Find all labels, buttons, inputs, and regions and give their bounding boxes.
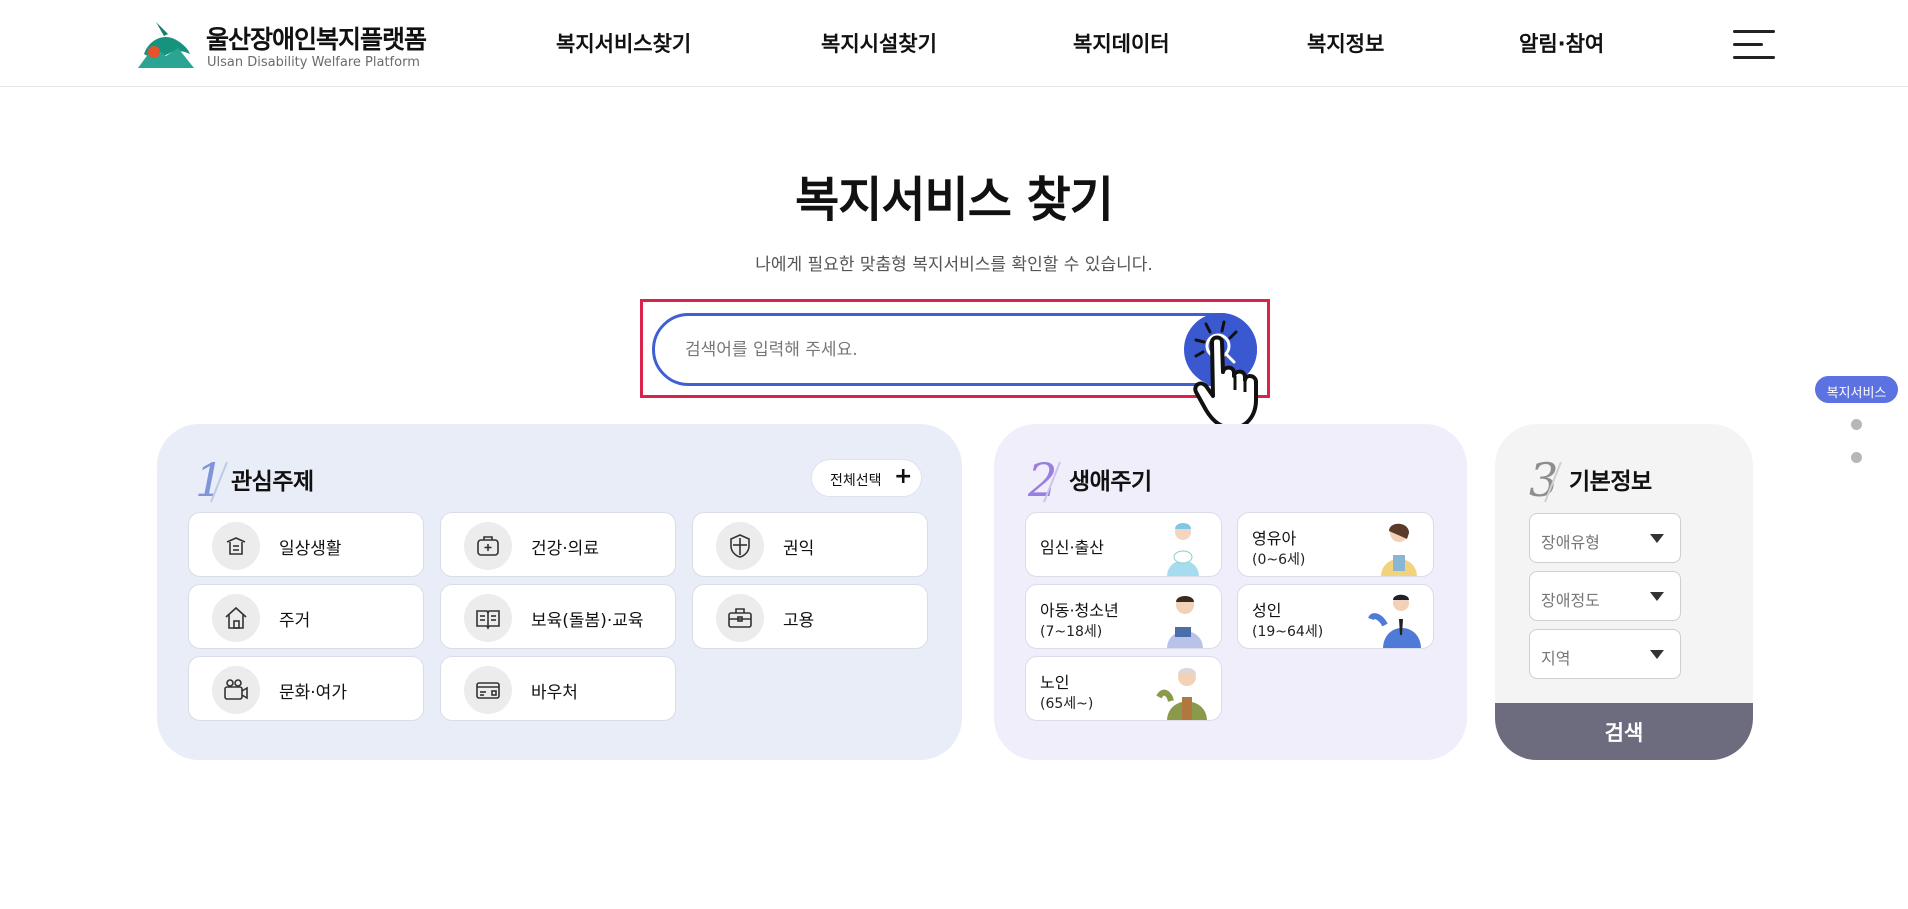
interest-item-daily-life[interactable]: 일상생활 <box>188 512 424 577</box>
interest-item-voucher[interactable]: 바우처 <box>440 656 676 721</box>
lifecycle-item-child-youth[interactable]: 아동·청소년 (7~18세) <box>1025 584 1222 649</box>
pregnancy-illustration-icon <box>1167 523 1199 576</box>
hand-pointer-icon <box>1193 320 1258 430</box>
search-submit-button[interactable]: 검색 <box>1495 703 1753 760</box>
interest-item-health[interactable]: 건강·의료 <box>440 512 676 577</box>
nav-item-welfare-data[interactable]: 복지데이터 <box>1073 28 1170 58</box>
briefcase-icon <box>716 594 764 642</box>
disability-type-select[interactable]: 장애유형 <box>1529 513 1681 563</box>
lifecycle-age: (65세~) <box>1040 696 1094 712</box>
chevron-down-icon <box>1650 592 1664 601</box>
tile-label: 일상생활 <box>279 539 342 559</box>
section-indicator-active[interactable]: 복지서비스 <box>1815 376 1898 403</box>
nav-item-welfare-info[interactable]: 복지정보 <box>1307 28 1384 58</box>
medical-kit-icon <box>464 522 512 570</box>
lifecycle-item-infant[interactable]: 영유아 (0~6세) <box>1237 512 1434 577</box>
infant-illustration-icon <box>1381 523 1417 576</box>
interest-panel: 1 관심주제 전체선택 + 일상생활 건강·의료 권익 주거 보육(돌봄)·교육… <box>157 424 962 760</box>
tile-label: 바우처 <box>531 683 578 703</box>
interest-item-childcare-education[interactable]: 보육(돌봄)·교육 <box>440 584 676 649</box>
page-title: 복지서비스 찾기 <box>795 172 1114 228</box>
senior-illustration-icon <box>1156 668 1207 720</box>
plus-icon: + <box>894 464 913 489</box>
youth-illustration-icon <box>1167 596 1203 648</box>
page-subtitle: 나에게 필요한 맞춤형 복지서비스를 확인할 수 있습니다. <box>755 255 1153 275</box>
video-camera-icon <box>212 666 260 714</box>
lifecycle-label: 임신·출산 <box>1040 538 1104 557</box>
interest-item-employment[interactable]: 고용 <box>692 584 928 649</box>
interest-item-culture-leisure[interactable]: 문화·여가 <box>188 656 424 721</box>
site-header: 울산장애인복지플랫폼 Ulsan Disability Welfare Plat… <box>0 0 1908 87</box>
lifecycle-item-pregnancy[interactable]: 임신·출산 <box>1025 512 1222 577</box>
disability-degree-select[interactable]: 장애정도 <box>1529 571 1681 621</box>
select-all-label: 전체선택 <box>830 473 882 489</box>
select-label: 장애정도 <box>1541 591 1600 610</box>
search-bar <box>652 313 1257 386</box>
nav-item-service-search[interactable]: 복지서비스찾기 <box>556 28 691 58</box>
hamburger-icon[interactable] <box>1733 30 1775 60</box>
nav-item-facility-search[interactable]: 복지시설찾기 <box>821 28 937 58</box>
tile-label: 보육(돌봄)·교육 <box>531 611 644 631</box>
select-label: 지역 <box>1541 649 1571 668</box>
daily-life-icon <box>212 522 260 570</box>
book-icon <box>464 594 512 642</box>
card-icon <box>464 666 512 714</box>
section-indicator-label: 복지서비스 <box>1826 386 1887 401</box>
lifecycle-panel: 2 생애주기 임신·출산 영유아 (0~6세) 아동·청소년 (7~18세) 성… <box>994 424 1467 760</box>
lifecycle-item-senior[interactable]: 노인 (65세~) <box>1025 656 1222 721</box>
interest-item-housing[interactable]: 주거 <box>188 584 424 649</box>
house-icon <box>212 594 260 642</box>
region-select[interactable]: 지역 <box>1529 629 1681 679</box>
nav-item-notice-participation[interactable]: 알림·참여 <box>1519 28 1604 58</box>
lifecycle-label: 성인 <box>1252 601 1282 620</box>
lifecycle-label: 아동·청소년 <box>1040 601 1119 620</box>
submit-label: 검색 <box>1604 721 1644 745</box>
interest-item-rights[interactable]: 권익 <box>692 512 928 577</box>
tile-label: 권익 <box>783 539 815 559</box>
section-indicator-dot[interactable] <box>1851 452 1862 463</box>
search-input[interactable] <box>685 332 1125 368</box>
panel-title: 기본정보 <box>1569 469 1652 495</box>
slash-decoration <box>210 461 228 503</box>
section-indicator-dot[interactable] <box>1851 419 1862 430</box>
adult-illustration-icon <box>1368 594 1421 648</box>
lifecycle-age: (0~6세) <box>1252 552 1306 568</box>
chevron-down-icon <box>1650 534 1664 543</box>
chevron-down-icon <box>1650 650 1664 659</box>
slash-decoration <box>1544 461 1562 503</box>
lifecycle-age: (19~64세) <box>1252 624 1324 640</box>
tile-label: 주거 <box>279 611 311 631</box>
main-nav: 복지서비스찾기 복지시설찾기 복지데이터 복지정보 알림·참여 <box>0 28 1908 60</box>
basic-info-panel: 3 기본정보 장애유형 장애정도 지역 검색 <box>1495 424 1753 760</box>
lifecycle-label: 노인 <box>1040 673 1070 692</box>
lifecycle-label: 영유아 <box>1252 529 1297 548</box>
shield-icon <box>716 522 764 570</box>
tile-label: 문화·여가 <box>279 683 347 703</box>
lifecycle-item-adult[interactable]: 성인 (19~64세) <box>1237 584 1434 649</box>
slash-decoration <box>1043 461 1061 503</box>
select-all-button[interactable]: 전체선택 + <box>811 459 922 497</box>
select-label: 장애유형 <box>1541 533 1600 552</box>
tile-label: 건강·의료 <box>531 539 599 559</box>
lifecycle-age: (7~18세) <box>1040 624 1103 640</box>
tile-label: 고용 <box>783 611 815 631</box>
panel-title: 관심주제 <box>231 469 314 495</box>
panel-title: 생애주기 <box>1069 469 1152 495</box>
